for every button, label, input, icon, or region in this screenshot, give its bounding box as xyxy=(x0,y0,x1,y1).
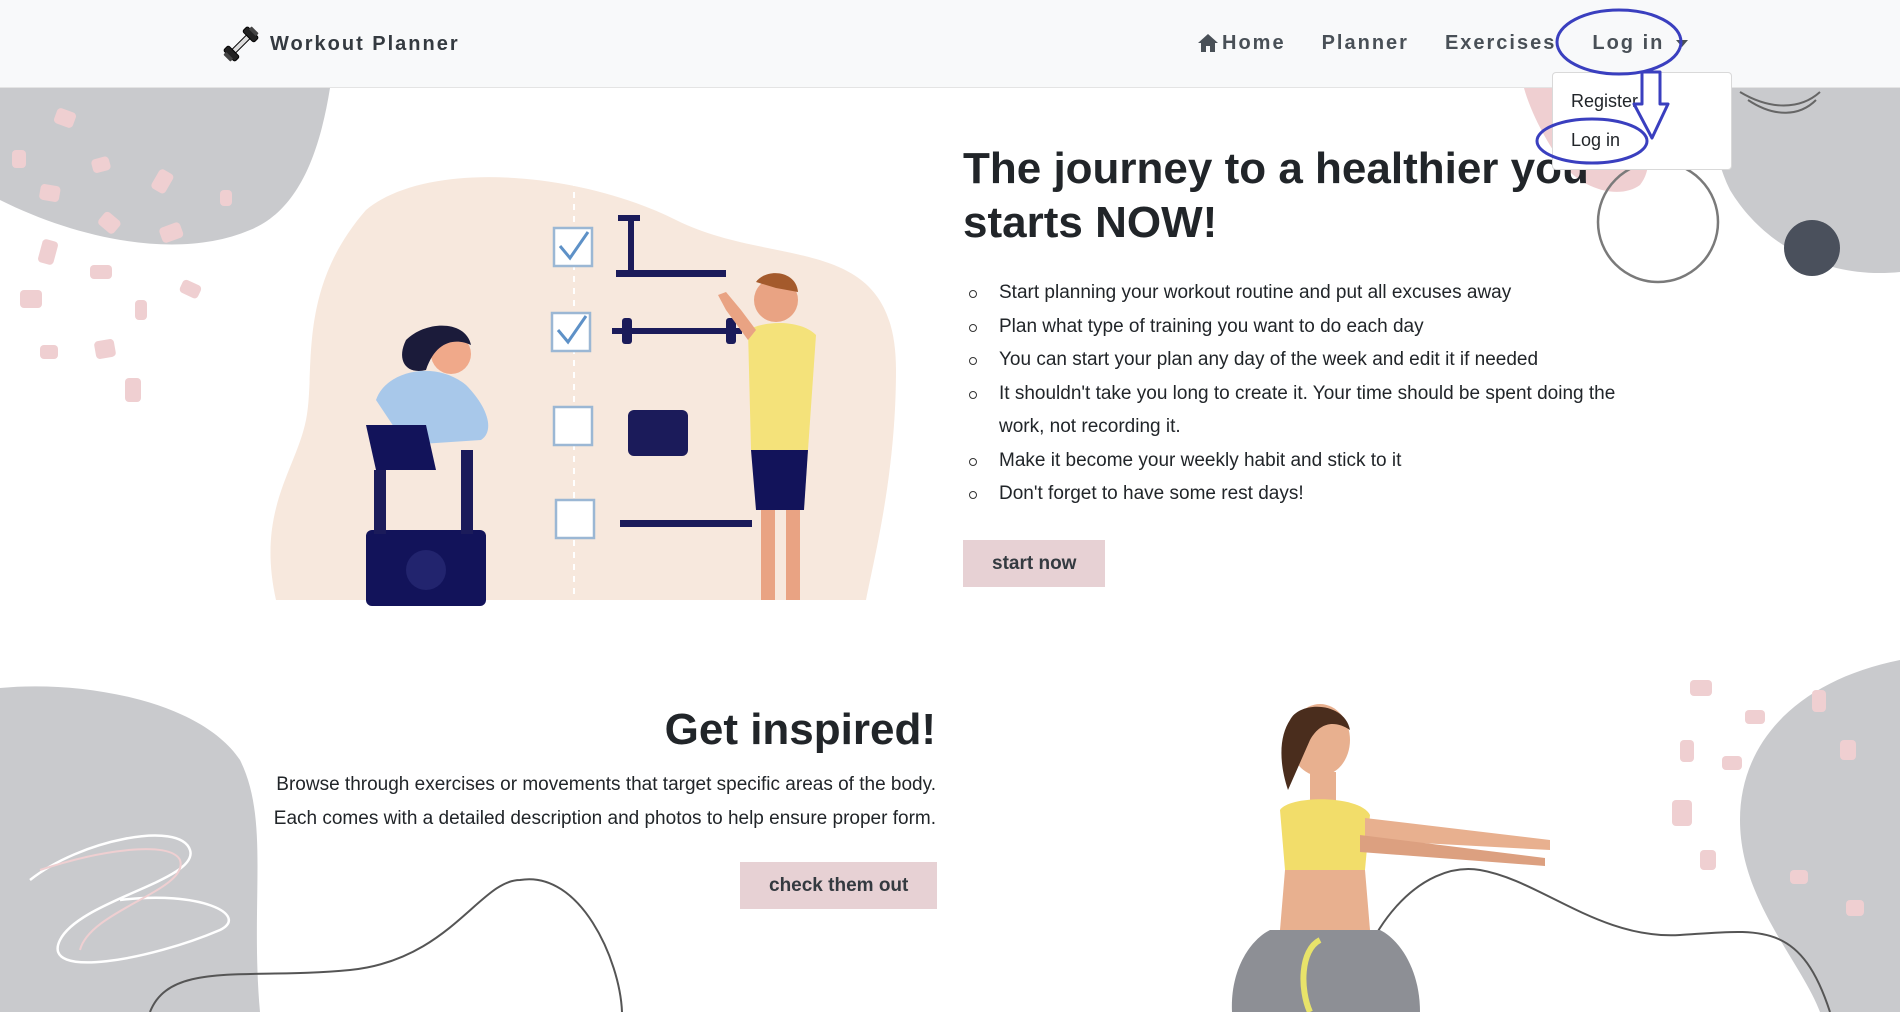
deco-dark-dot xyxy=(1784,220,1840,276)
nav-planner-label: Planner xyxy=(1321,31,1409,54)
nav-planner[interactable]: Planner xyxy=(1322,26,1409,60)
inspired-section: Get inspired! Browse through exercises o… xyxy=(200,700,936,836)
nav-exercises[interactable]: Exercises xyxy=(1445,26,1556,60)
list-item: Start planning your workout routine and … xyxy=(969,276,1663,310)
hero-feature-list: Start planning your workout routine and … xyxy=(963,276,1663,511)
home-icon xyxy=(1198,34,1218,52)
caret-down-icon xyxy=(1676,39,1689,47)
login-dropdown-menu: Register Log in xyxy=(1552,72,1732,170)
nav-login-dropdown-toggle[interactable]: Log in xyxy=(1592,26,1689,60)
dropdown-item-login[interactable]: Log in xyxy=(1571,130,1620,151)
dumbbell-icon xyxy=(223,26,259,62)
nav-login-label: Log in xyxy=(1592,31,1665,54)
list-item: Don't forget to have some rest days! xyxy=(969,477,1663,511)
list-item: It shouldn't take you long to create it.… xyxy=(969,377,1663,444)
brand[interactable]: Workout Planner xyxy=(220,24,460,64)
inspired-description-line-1: Browse through exercises or movements th… xyxy=(276,774,936,795)
dropdown-item-register[interactable]: Register xyxy=(1571,91,1638,112)
inspired-description: Browse through exercises or movements th… xyxy=(200,768,936,836)
nav-home[interactable]: Home xyxy=(1196,26,1286,60)
list-item: You can start your plan any day of the w… xyxy=(969,343,1663,377)
hero-illustration xyxy=(270,177,896,606)
inspired-description-line-2: Each comes with a detailed description a… xyxy=(273,808,936,829)
inspired-title: Get inspired! xyxy=(664,705,936,754)
main-nav: Home Planner Exercises Log in xyxy=(1196,26,1689,60)
list-item: Plan what type of training you want to d… xyxy=(969,310,1663,344)
hero-section: The journey to a healthier you starts NO… xyxy=(963,142,1663,511)
nav-home-label: Home xyxy=(1222,31,1286,54)
check-them-out-button[interactable]: check them out xyxy=(740,862,938,909)
nav-exercises-label: Exercises xyxy=(1444,31,1557,54)
brand-name: Workout Planner xyxy=(270,32,460,55)
list-item: Make it become your weekly habit and sti… xyxy=(969,444,1663,478)
start-now-button[interactable]: start now xyxy=(963,540,1106,587)
exercise-photo xyxy=(1231,704,1550,1012)
